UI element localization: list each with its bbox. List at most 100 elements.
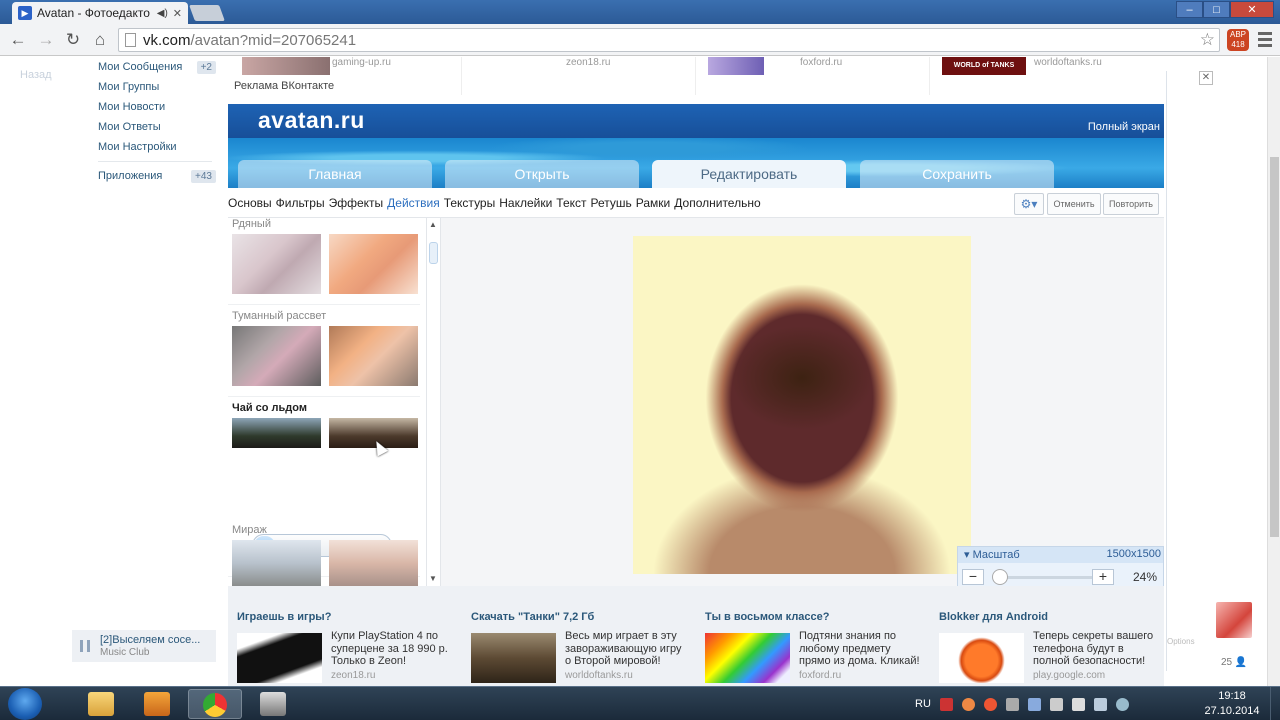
menu-item-messages[interactable]: Мои Сообщения +2	[90, 57, 220, 77]
filter-thumb-after[interactable]	[329, 540, 418, 586]
tray-alert-icon[interactable]	[983, 697, 997, 711]
tab-save[interactable]: Сохранить	[860, 160, 1054, 188]
menu-item-apps[interactable]: Приложения +43	[90, 166, 220, 186]
subtab-basics[interactable]: Основы	[228, 196, 272, 210]
ad-title[interactable]: Blokker для Android	[939, 611, 1048, 623]
taskbar-explorer[interactable]	[74, 689, 128, 719]
ad-image-tank[interactable]	[471, 633, 556, 683]
bottom-ad-item[interactable]: Blokker для Android Теперь секреты вашег…	[930, 586, 1160, 686]
tab-edit[interactable]: Редактировать	[652, 160, 846, 188]
ad-title[interactable]: Играешь в игры?	[237, 611, 331, 623]
taskbar-clock[interactable]: 19:18 27.10.2014	[1200, 689, 1264, 719]
top-ad-item[interactable]: zeon18.ru	[462, 57, 696, 95]
new-tab-button[interactable]	[189, 5, 225, 21]
tray-device-icon[interactable]	[1005, 697, 1019, 711]
redo-button[interactable]: Повторить	[1103, 193, 1159, 215]
scroll-thumb[interactable]	[429, 242, 438, 264]
browser-tab-active[interactable]: ▶ Avatan - Фотоедакто ◀) ✕	[12, 2, 188, 24]
subtab-frames[interactable]: Рамки	[636, 196, 670, 210]
photo-canvas[interactable]	[440, 218, 1164, 586]
filter-thumb-after[interactable]	[329, 326, 418, 386]
tab-close-icon[interactable]: ✕	[173, 7, 182, 20]
settings-gear-button[interactable]: ⚙▾	[1014, 193, 1044, 215]
filter-thumb-before[interactable]	[232, 540, 321, 586]
menu-item-answers[interactable]: Мои Ответы	[90, 117, 220, 137]
tab-open[interactable]: Открыть	[445, 160, 639, 188]
friend-avatar[interactable]	[1216, 602, 1252, 638]
scrollbar-thumb[interactable]	[1270, 157, 1279, 537]
minimize-button[interactable]: –	[1176, 1, 1203, 18]
online-count: 25 👤	[1221, 657, 1247, 668]
tab-main[interactable]: Главная	[238, 160, 432, 188]
page-scrollbar[interactable]	[1267, 57, 1280, 686]
vk-ads-label[interactable]: Реклама ВКонтакте	[234, 80, 334, 92]
zoom-slider-handle[interactable]	[992, 569, 1008, 585]
reload-icon[interactable]: ↻	[63, 30, 83, 50]
subtab-filters[interactable]: Фильтры	[276, 196, 325, 210]
ad-image-ps4[interactable]	[237, 633, 322, 683]
browser-menu-icon[interactable]	[1258, 32, 1272, 50]
scroll-up-icon[interactable]: ▲	[429, 220, 437, 229]
zoom-header[interactable]: ▾ Масштаб 1500x1500	[958, 547, 1163, 563]
maximize-button[interactable]: □	[1203, 1, 1230, 18]
tray-app-icon[interactable]	[939, 697, 953, 711]
pause-icon[interactable]	[80, 640, 90, 652]
back-arrow-icon[interactable]: ←	[8, 30, 28, 50]
close-icon[interactable]: ✕	[1199, 71, 1213, 85]
tray-network-icon[interactable]	[1049, 697, 1063, 711]
filter-thumb-after[interactable]	[329, 234, 418, 294]
scroll-down-icon[interactable]: ▼	[429, 574, 437, 583]
window-close-button[interactable]: ✕	[1230, 1, 1274, 18]
filter-list-scrollbar[interactable]: ▲ ▼	[426, 218, 438, 586]
subtab-text[interactable]: Текст	[556, 196, 586, 210]
mini-audio-player[interactable]: [2]Выселяем сосе... Music Club	[72, 630, 216, 662]
language-indicator[interactable]: RU	[915, 698, 931, 710]
filter-thumb-before[interactable]	[232, 326, 321, 386]
ad-title[interactable]: Ты в восьмом классе?	[705, 611, 830, 623]
fullscreen-link[interactable]: Полный экран	[1088, 121, 1160, 133]
show-desktop-button[interactable]	[1270, 687, 1280, 720]
tray-globe-icon[interactable]	[1115, 697, 1129, 711]
windows-start-button[interactable]	[8, 688, 42, 720]
back-link[interactable]: Назад	[20, 69, 52, 81]
zoom-out-button[interactable]: −	[962, 569, 984, 585]
undo-button[interactable]: Отменить	[1047, 193, 1101, 215]
vk-favicon-icon: ▶	[18, 6, 32, 20]
subtab-actions[interactable]: Действия	[387, 196, 440, 210]
ad-image-rainbow[interactable]	[705, 633, 790, 683]
avatan-logo[interactable]: avatan.ru	[258, 107, 365, 134]
bottom-ad-item[interactable]: Играешь в игры? Купи PlayStation 4 по су…	[228, 586, 458, 686]
bookmark-star-icon[interactable]: ☆	[1200, 30, 1215, 50]
home-icon[interactable]: ⌂	[90, 30, 110, 50]
adblock-extension-button[interactable]: ABP 418	[1227, 29, 1249, 51]
subtab-more[interactable]: Дополнительно	[674, 196, 760, 210]
ad-image-blokker[interactable]	[939, 633, 1024, 683]
taskbar-app[interactable]	[246, 689, 300, 719]
subtab-textures[interactable]: Текстуры	[444, 196, 496, 210]
subtab-stickers[interactable]: Наклейки	[499, 196, 552, 210]
tray-shield-icon[interactable]	[1027, 697, 1041, 711]
filter-thumb-before[interactable]	[232, 418, 321, 448]
tray-record-icon[interactable]	[961, 697, 975, 711]
ad-title[interactable]: Скачать "Танки" 7,2 Гб	[471, 611, 594, 623]
forward-arrow-icon[interactable]: →	[36, 30, 56, 50]
tray-flag-icon[interactable]	[1093, 697, 1107, 711]
menu-item-news[interactable]: Мои Новости	[90, 97, 220, 117]
subtab-retouch[interactable]: Ретушь	[591, 196, 632, 210]
taskbar-chrome[interactable]	[188, 689, 242, 719]
zoom-in-button[interactable]: +	[1092, 569, 1114, 585]
top-ad-item[interactable]: WORLD of TANKS worldoftanks.ru	[930, 57, 1164, 95]
options-label[interactable]: Options	[1167, 637, 1195, 646]
edited-photo-pug[interactable]	[633, 236, 971, 574]
filter-thumb-before[interactable]	[232, 234, 321, 294]
top-ad-item[interactable]: foxford.ru	[696, 57, 930, 95]
taskbar-media-player[interactable]	[130, 689, 184, 719]
right-sidebar: ✕ Options	[1166, 71, 1214, 671]
menu-item-groups[interactable]: Мои Группы	[90, 77, 220, 97]
menu-item-settings[interactable]: Мои Настройки	[90, 137, 220, 157]
tray-volume-icon[interactable]	[1071, 697, 1085, 711]
bottom-ad-item[interactable]: Скачать "Танки" 7,2 Гб Весь мир играет в…	[462, 586, 692, 686]
bottom-ad-item[interactable]: Ты в восьмом классе? Подтяни знания по л…	[696, 586, 926, 686]
subtab-effects[interactable]: Эффекты	[329, 196, 384, 210]
address-bar[interactable]: vk.com/avatan?mid=207065241 ☆	[118, 28, 1220, 52]
